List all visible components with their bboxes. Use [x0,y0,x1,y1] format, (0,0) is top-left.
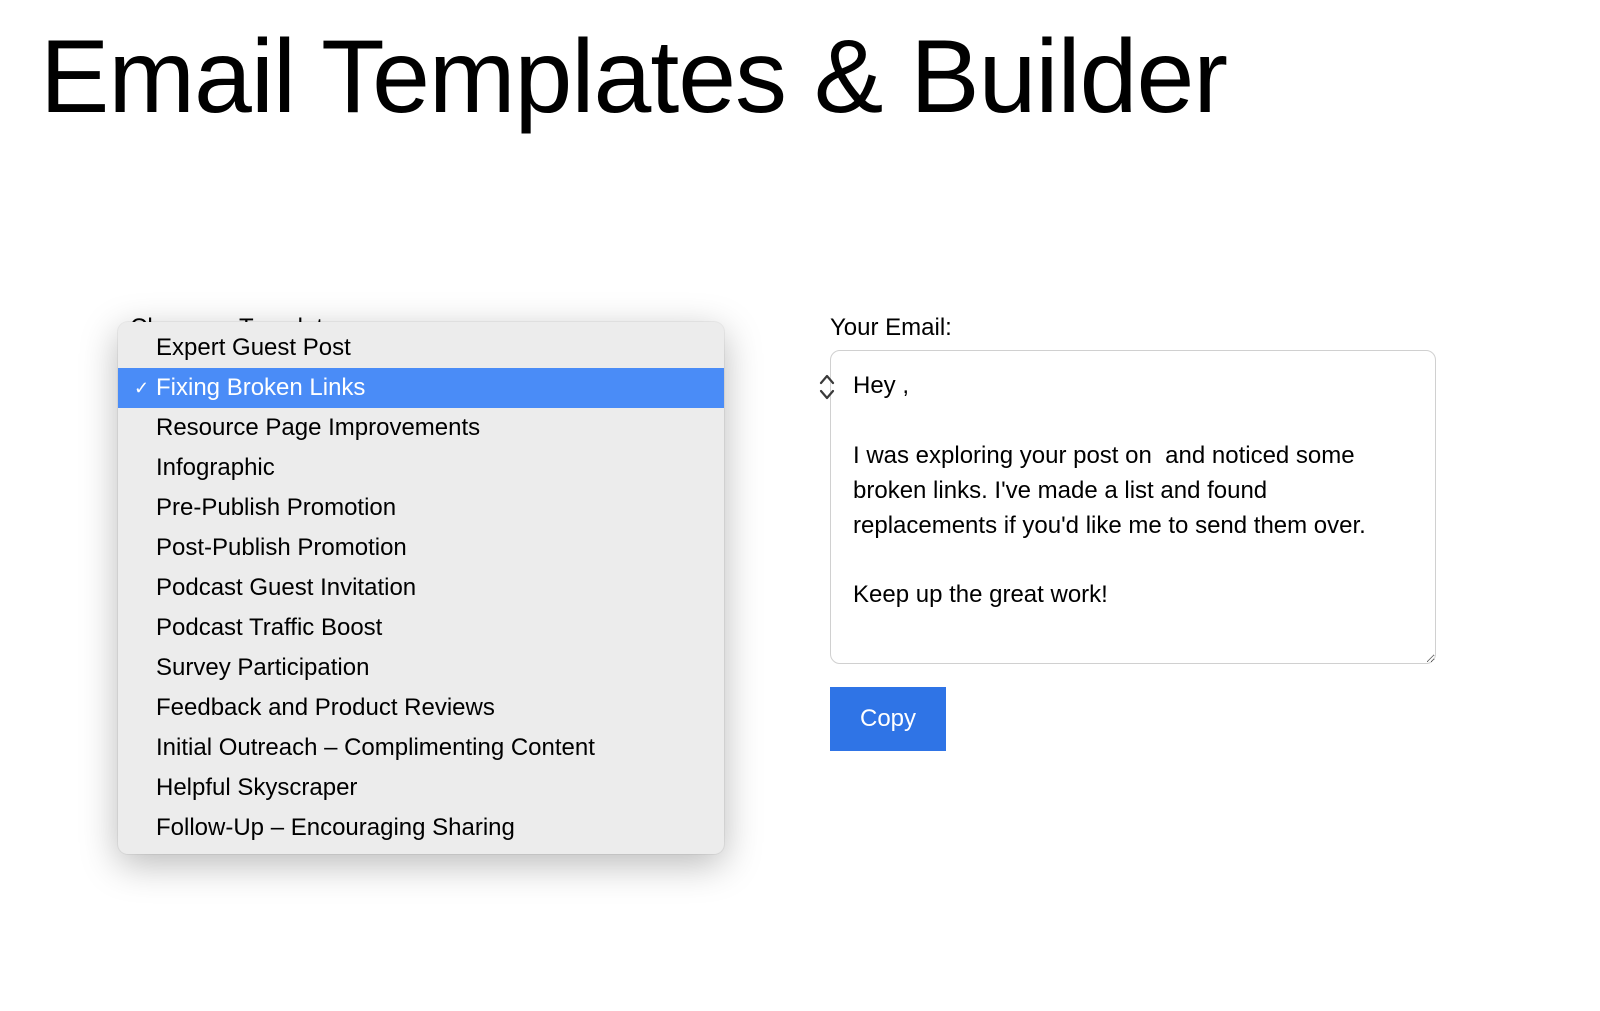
template-option-label: Expert Guest Post [156,334,712,362]
template-option-label: Podcast Guest Invitation [156,574,712,602]
template-option-label: Post-Publish Promotion [156,534,712,562]
template-option[interactable]: Follow-Up – Encouraging Sharing [118,808,724,848]
template-option-label: Pre-Publish Promotion [156,494,712,522]
page-title: Email Templates & Builder [0,0,1600,134]
template-option[interactable]: Helpful Skyscraper [118,768,724,808]
template-option-label: Helpful Skyscraper [156,774,712,802]
template-option-label: Resource Page Improvements [156,414,712,442]
template-option[interactable]: Expert Guest Post [118,328,724,368]
template-option[interactable]: Pre-Publish Promotion [118,488,724,528]
template-option-label: Fixing Broken Links [156,374,712,402]
template-option[interactable]: Survey Participation [118,648,724,688]
content-wrap: Choose a Template: Expert Guest Post✓Fix… [0,134,1600,751]
template-option[interactable]: Initial Outreach – Complimenting Content [118,728,724,768]
template-option[interactable]: Infographic [118,448,724,488]
template-option[interactable]: Podcast Guest Invitation [118,568,724,608]
email-body-textarea[interactable] [830,350,1436,664]
template-option-label: Survey Participation [156,654,712,682]
template-option-label: Infographic [156,454,712,482]
template-option[interactable]: Podcast Traffic Boost [118,608,724,648]
copy-button[interactable]: Copy [830,687,946,751]
template-option-label: Podcast Traffic Boost [156,614,712,642]
template-option-label: Initial Outreach – Complimenting Content [156,734,712,762]
template-column: Choose a Template: Expert Guest Post✓Fix… [130,314,770,751]
template-dropdown[interactable]: Expert Guest Post✓Fixing Broken LinksRes… [118,322,724,854]
template-option[interactable]: Feedback and Product Reviews [118,688,724,728]
template-option[interactable]: ✓Fixing Broken Links [118,368,724,408]
template-option-label: Follow-Up – Encouraging Sharing [156,814,712,842]
email-column: Your Email: Copy [830,314,1470,751]
check-icon: ✓ [134,378,156,399]
your-email-label: Your Email: [830,314,1470,342]
template-option[interactable]: Resource Page Improvements [118,408,724,448]
template-option-label: Feedback and Product Reviews [156,694,712,722]
template-option[interactable]: Post-Publish Promotion [118,528,724,568]
